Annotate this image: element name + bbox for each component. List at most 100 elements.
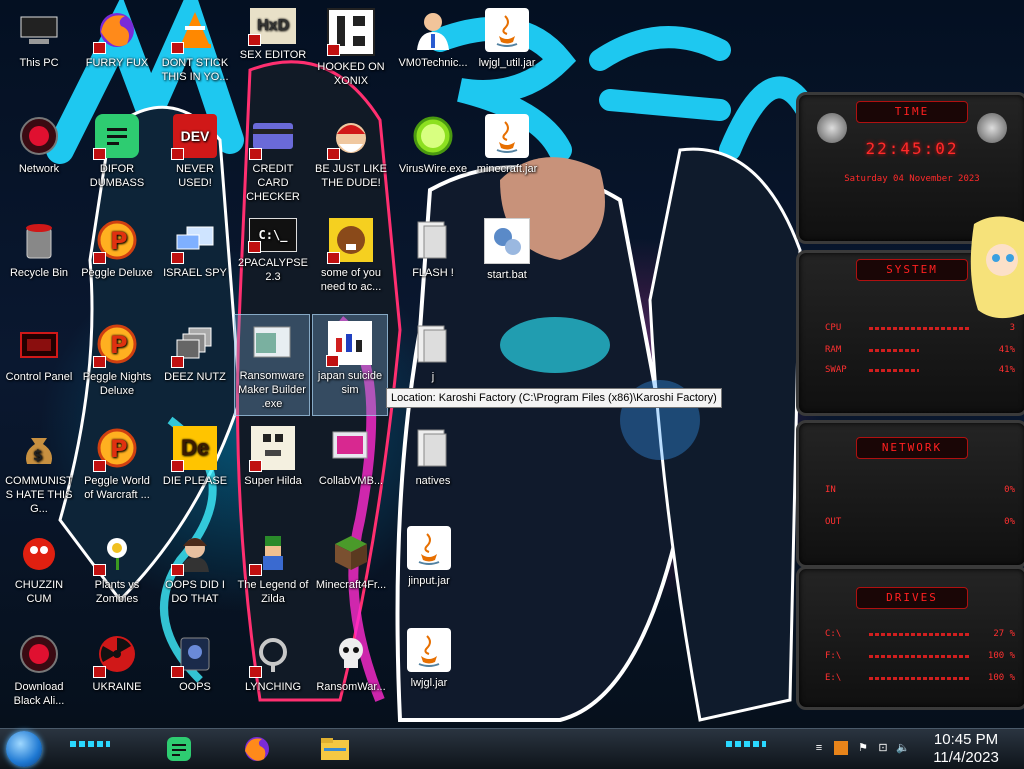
green-notes-icon [93,114,139,160]
folder-icon [411,322,455,366]
desktop-icon-jinput-jar[interactable]: jinput.jar [392,520,466,620]
taskbar-file-explorer[interactable] [318,732,352,766]
desktop-icon-this-pc[interactable]: This PC [2,2,76,102]
network-status-icon[interactable]: ⊡ [876,741,890,755]
desktop-icon-oops-did-i[interactable]: OOPS DID I DO THAT [158,524,232,624]
desktop-icon-credit-card-checker[interactable]: CREDIT CARD CHECKER [236,108,310,208]
desktop-icon-dont-stick[interactable]: DONT STICK THIS IN YO... [158,2,232,102]
desktop-icon-2pacalypse[interactable]: C:\_ 2PACALYPSE 2.3 [236,212,310,312]
dev-cpp-icon: DEV [171,114,217,160]
desktop-icon-legend-of-zilda[interactable]: The Legend of Zilda [236,524,310,624]
drive-row-label: E:\ [825,673,842,683]
svg-text:$: $ [33,448,43,464]
desktop-icon-label: Download Black Ali... [13,681,65,707]
desktop-icon-super-hilda[interactable]: Super Hilda [236,420,310,520]
desktop-icon-minecraft-jar[interactable]: minecraft.jar [470,108,544,208]
badge-icon [327,44,340,56]
rope-icon [249,632,295,678]
badge-icon [171,666,184,678]
desktop-icon-control-panel[interactable]: Control Panel [2,316,76,416]
desktop-icon-lynching[interactable]: LYNCHING [236,626,310,726]
desktop-icon-peggle-nights[interactable]: P Peggle Nights Deluxe [80,316,154,416]
desktop-icon-flash[interactable]: FLASH ! [396,212,470,312]
badge-icon [171,356,184,368]
taskbar-decor-left [70,741,110,747]
desktop-icon-recycle-bin[interactable]: Recycle Bin [2,212,76,312]
desktop-icon-label: This PC [19,57,59,69]
desktop-icon-label: OOPS DID I DO THAT [165,579,225,605]
desktop-icon-label: minecraft.jar [476,163,538,175]
system-row-label: CPU [825,323,842,333]
desktop-icon-network[interactable]: Network [2,108,76,208]
desktop-icon-ransomware-maker[interactable]: Ransomware Maker Builder .exe [234,314,310,416]
network-gadget[interactable]: NETWORK IN 0% OUT 0% [796,420,1024,568]
application-window-icon [250,321,294,365]
desktop-icon-never-used[interactable]: DEV NEVER USED! [158,108,232,208]
badge-icon [93,252,106,264]
desktop-icon-lwjgl-jar[interactable]: lwjgl.jar [392,622,466,722]
desktop-icon-collabvmb[interactable]: CollabVMB... [314,420,388,520]
desktop-icon-communists[interactable]: $ COMMUNISTS HATE THIS G... [2,420,76,520]
desktop-icon-label: UKRAINE [92,681,142,693]
volume-icon[interactable]: 🔈 [896,741,910,755]
desktop-icon-peggle-deluxe[interactable]: P Peggle Deluxe [80,212,154,312]
oops-app-icon [171,632,217,678]
desktop-icon-furry-fux[interactable]: FURRY FUX [80,2,154,102]
drives-gadget[interactable]: DRIVES C:\ 27 % F:\ 100 % E:\ 100 % [796,566,1024,710]
desktop-icon-viruswire[interactable]: VirusWire.exe [396,108,470,208]
windows-stack-icon [171,322,217,368]
skull-icon [329,632,373,676]
action-center-flag-icon[interactable]: ⚑ [856,741,870,755]
desktop-icon-japan-suicide-sim[interactable]: japan suicide sim [312,314,388,416]
desktop-icon-label: DONT STICK THIS IN YO... [161,57,229,83]
desktop-icon-label: DEEZ NUTZ [164,371,226,383]
taskbar-clock[interactable]: 10:45 PM 11/4/2023 [926,731,1006,767]
desktop-icon-hooked-on-xonix[interactable]: HOOKED ON XONIX [314,2,388,102]
desktop-icon-label: jinput.jar [408,575,450,587]
desktop-icon-download-black-ali[interactable]: Download Black Ali... [2,626,76,726]
desktop-icon-start-bat[interactable]: start.bat [470,212,544,312]
badge-icon [249,460,262,472]
desktop-icon-peggle-wow[interactable]: P Peggle World of Warcraft ... [80,420,154,520]
desktop-icon-oops[interactable]: OOPS [158,626,232,726]
drive-row-value: 27 % [993,629,1015,639]
desktop-icon-ransomwar[interactable]: RansomWar... [314,626,388,726]
desktop-icon-chuzzin-cum[interactable]: CHUZZIN CUM [2,524,76,624]
desktop-icon-vm0technic[interactable]: VM0Technic... [396,2,470,102]
taskbar-firefox-app[interactable] [240,732,274,766]
badge-icon [249,564,262,576]
java-jar-icon [485,114,529,158]
desktop-icon-some-of-you[interactable]: some of you need to ac... [314,212,388,312]
system-tray: ≡ ⚑ ⊡ 🔈 10:45 PM 11/4/2023 [804,729,1024,769]
desktop-icon-natives[interactable]: natives [396,420,470,520]
usage-bar [869,369,919,372]
desktop-icon-label: Network [18,163,60,175]
taskbar-notes-app[interactable] [162,732,196,766]
vlc-cone-icon [171,8,217,54]
desktop-icon-label: Control Panel [5,371,73,383]
desktop-icon-israel-spy[interactable]: ISRAEL SPY [158,212,232,312]
desktop-icon-die-please[interactable]: De DIE PLEASE [158,420,232,520]
desktop-icon-label: j [431,371,435,383]
taskbar-menu-icon[interactable]: ≡ [812,741,826,755]
radiation-icon [93,632,139,678]
desktop-icon-be-just-like-the-dude[interactable]: BE JUST LIKE THE DUDE! [314,108,388,208]
system-row-label: RAM [825,345,842,355]
desktop-icon-ukraine[interactable]: UKRAINE [80,626,154,726]
folder-icon [321,738,349,760]
desktop-icon-lwjgl-util[interactable]: lwjgl_util.jar [470,2,544,102]
desktop-icon-sex-editor[interactable]: HxD SEX EDITOR [236,2,310,102]
drive-row-f: F:\ 100 % [825,651,1015,663]
desktop-icon-label: DIFOR DUMBASS [89,163,145,189]
desktop-icon-difor-dumbass[interactable]: DIFOR DUMBASS [80,108,154,208]
game-launcher-icon [326,321,372,367]
network-gadget-title: NETWORK [856,437,968,459]
santa-icon [327,114,373,160]
desktop-icon-minecraft4fr[interactable]: Minecraft4Fr... [314,524,388,624]
desktop-icon-plants-vs-zombies[interactable]: Plants vs Zombies [80,524,154,624]
java-update-icon[interactable] [834,741,848,755]
start-button[interactable] [6,731,42,767]
green-notes-icon [167,737,191,761]
badge-icon [171,252,184,264]
desktop-icon-deez-nutz[interactable]: DEEZ NUTZ [158,316,232,416]
